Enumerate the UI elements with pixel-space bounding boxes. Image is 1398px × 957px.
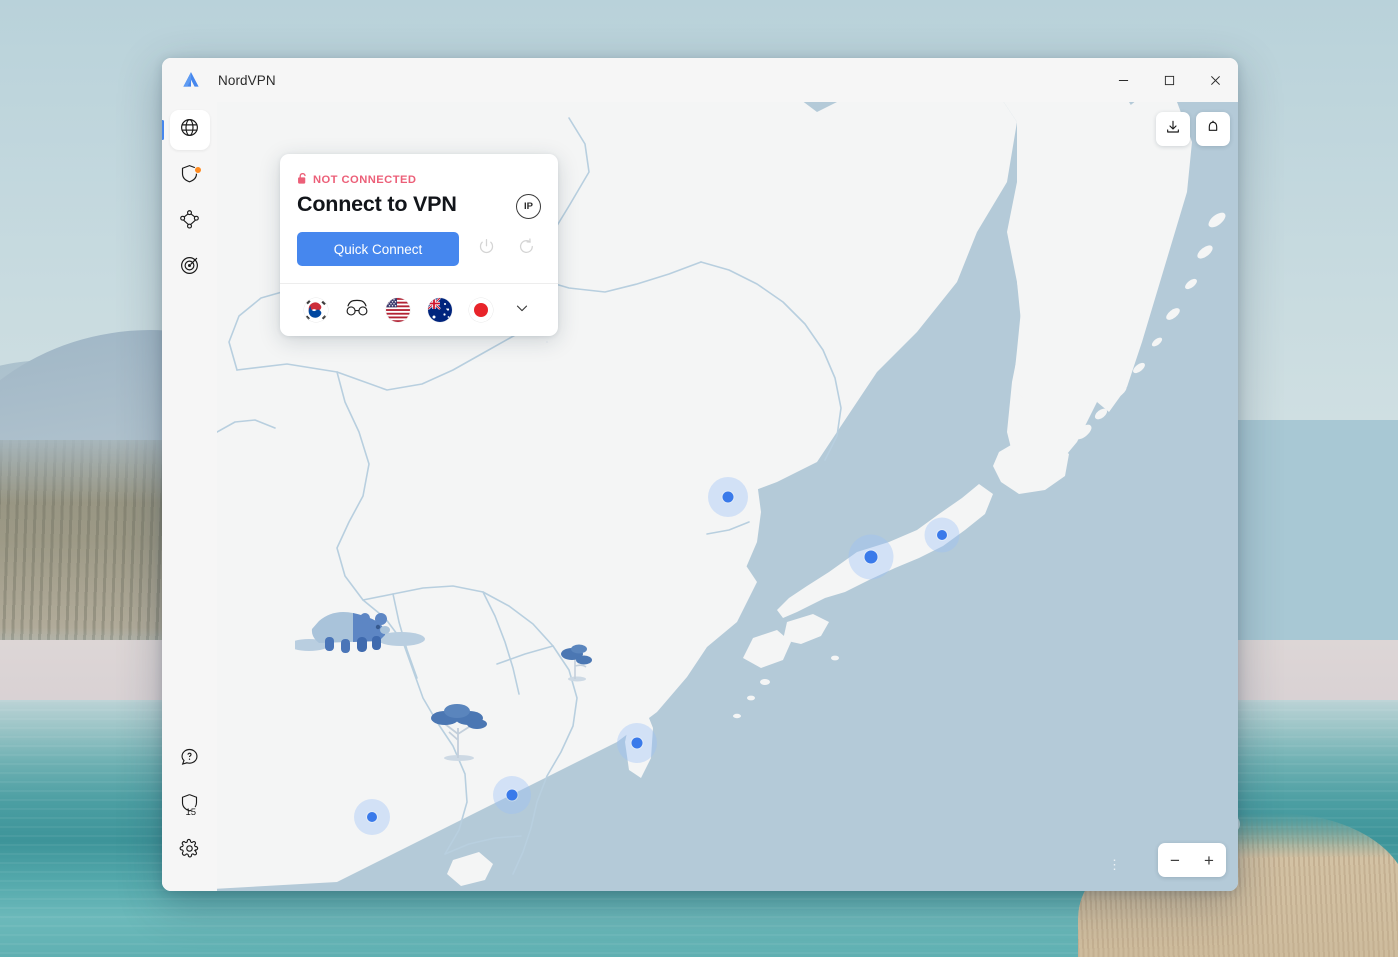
unlocked-padlock-icon (297, 172, 308, 188)
marker-dot (864, 550, 878, 564)
gear-icon (179, 838, 200, 864)
window-title: NordVPN (218, 72, 276, 88)
flag-united-states-icon (386, 298, 411, 322)
download-button[interactable] (1156, 112, 1190, 146)
quick-connect-button[interactable]: Quick Connect (297, 232, 459, 266)
shortcut-japan[interactable] (460, 291, 501, 329)
sidebar-item-settings[interactable] (170, 831, 210, 871)
power-icon (477, 237, 496, 261)
maximize-icon[interactable] (1146, 58, 1192, 102)
download-icon (1165, 119, 1181, 140)
connection-status-text: NOT CONNECTED (313, 174, 417, 186)
sidebar: 15 (162, 102, 217, 891)
zoom-out-button[interactable]: − (1158, 843, 1192, 877)
shortcut-united-states[interactable] (378, 291, 419, 329)
power-button[interactable] (473, 236, 499, 262)
notifications-button[interactable] (1196, 112, 1230, 146)
close-icon[interactable] (1192, 58, 1238, 102)
reconnect-button[interactable] (513, 236, 539, 262)
quick-shortcuts-row (280, 283, 558, 336)
marker-dot (367, 812, 377, 822)
app-body: 15 ⋮ − + NOT CONNECTED Connect to VPN IP… (162, 102, 1238, 891)
sidebar-item-vpn-servers[interactable] (162, 110, 210, 150)
sidebar-item-threat-protection[interactable] (170, 156, 210, 196)
marker-dot (937, 530, 947, 540)
target-icon (179, 255, 200, 281)
nordvpn-window: NordVPN 15 ⋮ − + NOT CONNECTED Connect t… (162, 58, 1238, 891)
small-tree-illustration (557, 640, 597, 687)
marker-dot (506, 789, 518, 801)
shortcut-incognito[interactable] (336, 291, 377, 329)
marker-dot (722, 491, 734, 503)
flag-japan-icon (468, 298, 493, 322)
connection-actions: Quick Connect (297, 232, 541, 266)
ip-address-button[interactable]: IP (516, 194, 541, 219)
connection-card-title: Connect to VPN (297, 192, 457, 216)
map-attribution: ⋮ (1108, 857, 1122, 872)
connection-card: NOT CONNECTED Connect to VPN IP Quick Co… (280, 154, 558, 336)
zoom-in-button[interactable]: + (1192, 843, 1226, 877)
minimize-icon[interactable] (1100, 58, 1146, 102)
sidebar-item-security-score[interactable]: 15 (170, 785, 210, 825)
world-map[interactable]: ⋮ − + NOT CONNECTED Connect to VPN IP Qu… (217, 102, 1238, 891)
connection-status: NOT CONNECTED (297, 172, 541, 188)
shortcut-south-korea[interactable] (295, 291, 336, 329)
title-bar: NordVPN (162, 58, 1238, 102)
refresh-icon (517, 237, 536, 261)
connection-card-main: NOT CONNECTED Connect to VPN IP Quick Co… (280, 154, 558, 283)
acacia-tree-illustration (425, 700, 493, 767)
notification-badge-dot (193, 166, 202, 174)
security-score-value: 15 (185, 807, 197, 818)
sidebar-item-dark-web-monitor[interactable] (170, 248, 210, 288)
flag-australia-icon (427, 298, 452, 322)
map-zoom-controls: − + (1158, 843, 1226, 877)
connection-card-header: Connect to VPN IP (297, 192, 541, 232)
expand-shortcuts-button[interactable] (502, 291, 543, 329)
chevron-down-icon (513, 299, 531, 322)
marker-dot (631, 737, 643, 749)
panda-illustration (289, 603, 425, 660)
help-bubble-icon (179, 746, 200, 772)
shortcut-australia[interactable] (419, 291, 460, 329)
sidebar-item-meshnet[interactable] (170, 202, 210, 242)
desktop-background: NordVPN 15 ⋮ − + NOT CONNECTED Connect t… (0, 0, 1398, 957)
globe-icon (179, 117, 200, 143)
bell-icon (1205, 119, 1221, 140)
incognito-glasses-icon (344, 298, 370, 323)
meshnet-icon (179, 209, 200, 235)
sidebar-item-help[interactable] (170, 739, 210, 779)
flag-south-korea-icon (303, 298, 328, 322)
nordvpn-logo-icon (178, 67, 204, 93)
